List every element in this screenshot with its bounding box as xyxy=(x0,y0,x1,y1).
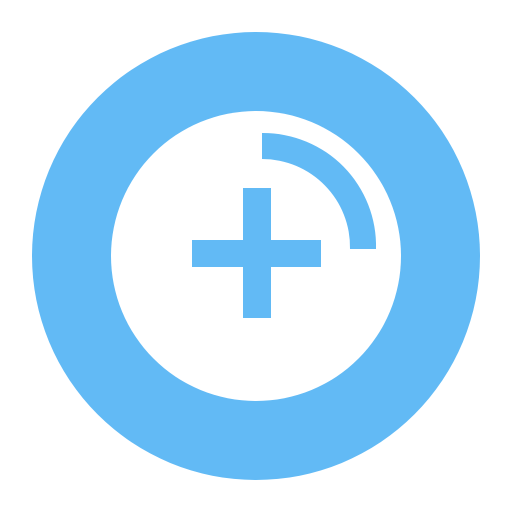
plus-horizontal-bar xyxy=(192,240,321,267)
app-icon-canvas xyxy=(0,0,512,512)
add-circle-icon[interactable] xyxy=(0,0,512,512)
